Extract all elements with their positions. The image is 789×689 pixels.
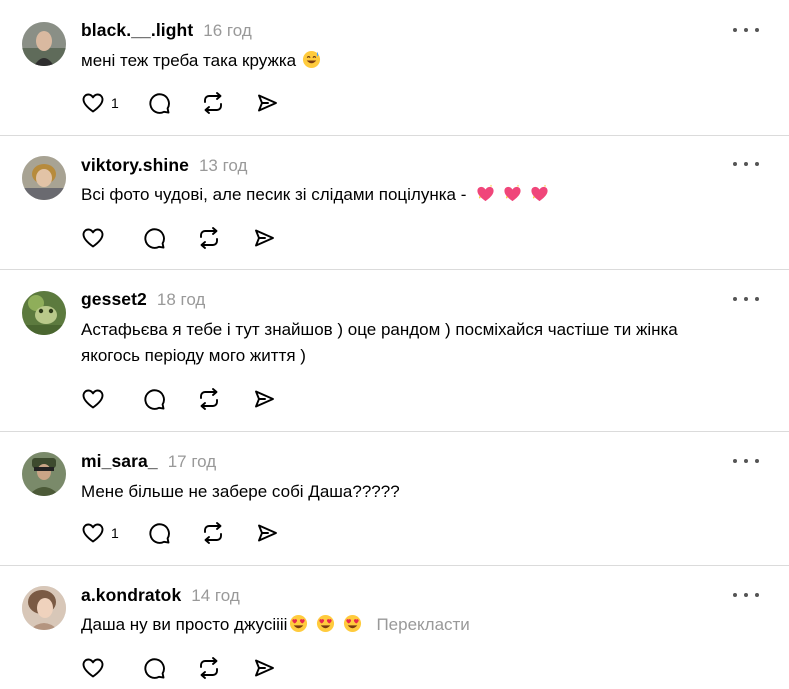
paper-plane-icon — [255, 229, 274, 247]
heart-outline-icon — [82, 228, 104, 248]
paper-plane-icon — [257, 524, 277, 542]
like-button[interactable]: 1 — [81, 91, 119, 115]
more-dots-icon[interactable] — [733, 591, 759, 599]
username[interactable]: black.__.light — [81, 20, 193, 41]
timestamp[interactable]: 17 год — [168, 452, 216, 472]
speech-bubble-icon — [144, 389, 165, 410]
avatar[interactable] — [22, 452, 66, 496]
comment-text: Даша ну ви просто джусіііі Перекласти — [81, 612, 761, 638]
share-button[interactable] — [255, 91, 279, 115]
comment-body: мені теж треба така кружка — [81, 51, 297, 70]
comment-item: black.__.light 16 год мені теж треба так… — [0, 0, 789, 136]
speech-bubble-icon — [144, 658, 165, 679]
comment-actions — [81, 387, 276, 411]
timestamp[interactable]: 18 год — [157, 290, 205, 310]
like-button[interactable] — [81, 226, 111, 250]
more-dots-icon[interactable] — [733, 26, 759, 34]
comment-actions — [81, 226, 276, 250]
username[interactable]: mi_sara_ — [81, 451, 158, 472]
heart-outline-icon — [82, 523, 104, 543]
like-count: 1 — [111, 95, 119, 111]
repost-arrows-icon — [200, 388, 218, 410]
avatar[interactable] — [22, 291, 66, 335]
sparkling-heart-emoji — [503, 184, 522, 203]
comment-item: a.kondratok 14 год Даша ну ви просто джу… — [0, 566, 789, 689]
repost-button[interactable] — [197, 656, 221, 680]
more-dots-icon[interactable] — [733, 295, 759, 303]
comment-item: mi_sara_ 17 год Мене більше не забере со… — [0, 432, 789, 566]
repost-arrows-icon — [203, 522, 222, 544]
repost-button[interactable] — [197, 226, 221, 250]
timestamp[interactable]: 13 год — [199, 156, 247, 176]
timestamp[interactable]: 14 год — [191, 586, 239, 606]
speech-bubble-icon — [144, 228, 165, 249]
reply-button[interactable] — [147, 91, 171, 115]
comment-body: Всі фото чудові, але песик зі слідами по… — [81, 185, 467, 204]
repost-button[interactable] — [197, 387, 221, 411]
reply-button[interactable] — [142, 387, 166, 411]
avatar[interactable] — [22, 22, 66, 66]
speech-bubble-icon — [149, 93, 170, 114]
comment-text: Астафьєва я тебе і тут знайшов ) оце ран… — [81, 317, 741, 369]
heart-eyes-emoji — [343, 614, 362, 633]
avatar[interactable] — [22, 586, 66, 630]
comment-body: Мене більше не забере собі Даша????? — [81, 482, 400, 501]
paper-plane-icon — [257, 94, 277, 112]
heart-outline-icon — [82, 93, 104, 113]
heart-eyes-emoji — [316, 614, 335, 633]
comment-item: viktory.shine 13 год Всі фото чудові, ал… — [0, 136, 789, 270]
comment-text: Всі фото чудові, але песик зі слідами по… — [81, 182, 761, 208]
avatar[interactable] — [22, 156, 66, 200]
repost-arrows-icon — [200, 227, 218, 249]
like-button[interactable] — [81, 387, 111, 411]
comment-body: Астафьєва я тебе і тут знайшов ) оце ран… — [81, 320, 678, 365]
heart-outline-icon — [82, 658, 104, 678]
reply-button[interactable] — [142, 656, 166, 680]
share-button[interactable] — [252, 226, 276, 250]
more-dots-icon[interactable] — [733, 160, 759, 168]
username[interactable]: a.kondratok — [81, 585, 181, 606]
sparkling-heart-emoji — [476, 184, 495, 203]
username[interactable]: gesset2 — [81, 289, 147, 310]
repost-button[interactable] — [201, 91, 225, 115]
translate-link[interactable]: Перекласти — [376, 615, 469, 634]
comment-text: мені теж треба така кружка — [81, 48, 761, 74]
more-dots-icon[interactable] — [733, 457, 759, 465]
speech-bubble-icon — [149, 523, 170, 544]
paper-plane-icon — [255, 390, 274, 408]
repost-arrows-icon — [200, 657, 218, 679]
comment-item: gesset2 18 год Астафьєва я тебе і тут зн… — [0, 270, 789, 432]
share-button[interactable] — [255, 521, 279, 545]
repost-button[interactable] — [201, 521, 225, 545]
like-count: 1 — [111, 525, 119, 541]
username[interactable]: viktory.shine — [81, 155, 189, 176]
heart-outline-icon — [82, 389, 104, 409]
reply-button[interactable] — [147, 521, 171, 545]
heart-eyes-emoji — [289, 614, 308, 633]
comment-text: Мене більше не забере собі Даша????? — [81, 479, 761, 505]
timestamp[interactable]: 16 год — [203, 21, 251, 41]
smiling-sweat-emoji — [302, 50, 321, 69]
comment-actions — [81, 656, 276, 680]
comments-feed: black.__.light 16 год мені теж треба так… — [0, 0, 789, 689]
comment-actions: 1 — [81, 91, 279, 115]
sparkling-heart-emoji — [530, 184, 549, 203]
reply-button[interactable] — [142, 226, 166, 250]
like-button[interactable] — [81, 656, 111, 680]
comment-actions: 1 — [81, 521, 279, 545]
paper-plane-icon — [255, 659, 274, 677]
share-button[interactable] — [252, 387, 276, 411]
like-button[interactable]: 1 — [81, 521, 119, 545]
share-button[interactable] — [252, 656, 276, 680]
comment-body: Даша ну ви просто джусіііі — [81, 615, 288, 634]
repost-arrows-icon — [203, 92, 222, 114]
